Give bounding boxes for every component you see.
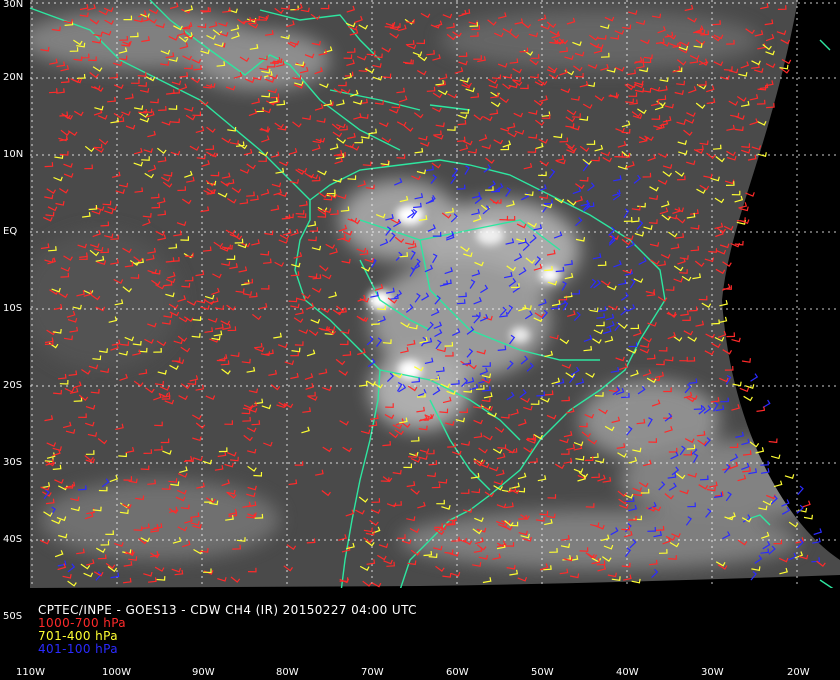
satellite-wind-map: 30N 20N 10N EQ 10S 20S 30S 40S 50S 110W … [0, 0, 840, 680]
barb-high [796, 504, 804, 514]
barb-mid [743, 395, 753, 402]
lon-label-80w: 80W [276, 667, 299, 678]
lat-label-20s: 20S [3, 380, 23, 391]
lon-label-60w: 60W [446, 667, 469, 678]
lat-label-20n: 20N [3, 72, 24, 83]
barb-mid [744, 384, 755, 389]
barb-high [813, 528, 823, 536]
barb-low [739, 387, 750, 393]
barb-low [731, 337, 741, 343]
lon-label-70w: 70W [361, 667, 384, 678]
lon-label-110w: 110W [16, 667, 45, 678]
legend-high-level: 401-100 hPa [38, 642, 119, 656]
barb-high [762, 399, 771, 409]
satellite-image [30, 0, 840, 588]
barb-low [802, 500, 811, 508]
lon-label-30w: 30W [701, 667, 724, 678]
lat-label-10s: 10S [3, 303, 23, 314]
lon-label-50w: 50W [531, 667, 554, 678]
barb-high [750, 373, 759, 382]
barb-low [741, 358, 751, 363]
lat-label-10n: 10N [3, 149, 24, 160]
barb-low [768, 438, 778, 444]
lon-label-90w: 90W [192, 667, 215, 678]
lat-label-eq: EQ [3, 226, 18, 237]
lat-label-30s: 30S [3, 457, 23, 468]
lon-label-40w: 40W [616, 667, 639, 678]
barb-mid [771, 454, 781, 460]
barb-low [726, 332, 736, 338]
barb-mid [773, 480, 783, 488]
barb-mid [784, 474, 795, 479]
lon-label-20w: 20W [787, 667, 810, 678]
map-canvas [0, 0, 840, 680]
lat-label-30n: 30N [3, 0, 24, 10]
lat-label-40s: 40S [3, 534, 23, 545]
map-caption: CPTEC/INPE - GOES13 - CDW CH4 (IR) 20150… [38, 604, 417, 656]
barb-mid [803, 514, 813, 520]
lon-label-100w: 100W [102, 667, 131, 678]
lat-label-50s: 50S [3, 611, 23, 622]
barb-high [797, 485, 804, 496]
